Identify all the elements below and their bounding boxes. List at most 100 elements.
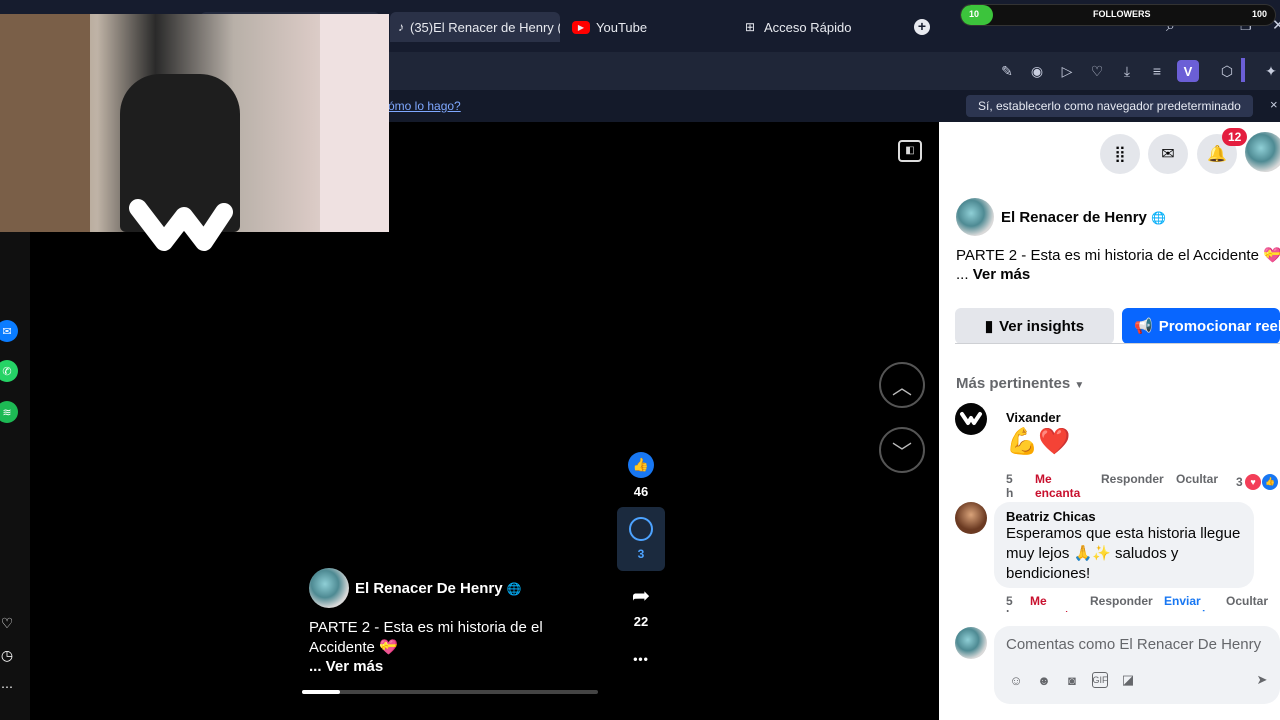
tab-label: Acceso Rápido [764, 19, 852, 35]
how-to-link[interactable]: ómo lo hago? [388, 99, 461, 113]
comment-count: 3 [637, 547, 645, 561]
more-icon[interactable]: ⋯ [0, 676, 18, 698]
menu-lines-icon[interactable]: ≡ [1146, 60, 1168, 82]
tab-youtube[interactable]: ▶ YouTube [564, 12, 724, 42]
heart-emoji-icon: 💝 [379, 639, 398, 656]
comment-text: Esperamos que esta historia llegue muy l… [1006, 525, 1241, 582]
reel-author-text: El Renacer De Henry [355, 580, 503, 597]
vixander-logo-icon [960, 412, 982, 425]
reel-see-more[interactable]: ... Ver más [309, 658, 383, 675]
edit-icon[interactable]: ✎ [996, 60, 1018, 82]
spotify-icon[interactable]: ≋ [0, 401, 18, 423]
youtube-icon: ▶ [572, 20, 590, 34]
download-icon[interactable]: ⤓ [1116, 60, 1138, 82]
bar-chart-icon: ▮ [984, 318, 994, 335]
see-more-ellipsis: ... [956, 266, 969, 283]
hide-comment-button[interactable]: Ocultar [1176, 472, 1218, 486]
caret-down-icon: ▼ [1074, 380, 1085, 391]
reply-button[interactable]: Responder [1090, 594, 1153, 608]
like-action[interactable]: 👍 46 [619, 452, 663, 499]
hide-comment-button[interactable]: Ocultar [1226, 594, 1268, 608]
like-reaction-icon: 👍 [1262, 474, 1278, 490]
grid-menu-icon: ⣿ [1114, 146, 1126, 163]
react-love-button[interactable]: Me encanta [1030, 594, 1082, 612]
followers-current: 10 [969, 9, 980, 19]
messenger-bubble-icon: ✉ [1161, 146, 1175, 163]
v-extension-button[interactable]: V [1177, 60, 1199, 82]
play-icon[interactable]: ▷ [1056, 60, 1078, 82]
comment-actions-row: 5 h Me encanta Responder Enviar mensaje … [1000, 594, 1280, 612]
send-icon[interactable]: ➤ [1254, 672, 1270, 688]
avatar-sticker-icon[interactable]: ☺ [1008, 672, 1024, 688]
sticker-icon[interactable]: ◪ [1120, 672, 1136, 688]
post-author-avatar[interactable] [956, 198, 994, 236]
comment-icon [629, 517, 653, 541]
favorites-icon[interactable]: ♡ [0, 612, 18, 634]
sparkle-icon[interactable]: ✦ [1260, 60, 1280, 82]
profile-avatar[interactable] [1245, 132, 1280, 172]
tab-tiktok[interactable]: ♪ (35)El Renacer de Henry ( [390, 12, 560, 42]
post-caption-text: PARTE 2 - Esta es mi historia de el Acci… [956, 247, 1259, 264]
reel-progress-fill [302, 690, 340, 694]
react-love-button[interactable]: Me encanta [1035, 472, 1085, 500]
messenger-button[interactable]: ✉ [1148, 134, 1188, 174]
sort-comments-dropdown[interactable]: Más pertinentes ▼ [956, 375, 1084, 392]
reel-author-avatar[interactable] [309, 568, 349, 608]
globe-icon: 🌐 [506, 582, 522, 596]
camera-icon[interactable]: ◉ [1026, 60, 1048, 82]
tab-acceso-rapido[interactable]: ⊞ Acceso Rápido [734, 12, 904, 42]
comment-action[interactable]: 3 [617, 507, 665, 571]
send-message-button[interactable]: Enviar mensaje [1164, 594, 1214, 612]
share-action[interactable]: ➦ 22 [619, 583, 663, 630]
reel-caption: PARTE 2 - Esta es mi historia de el Acci… [309, 618, 559, 658]
promote-reel-button[interactable]: 📢 Promocionar reel [1122, 308, 1280, 344]
toolbar-divider [1241, 58, 1245, 82]
share-icon: ➦ [631, 583, 651, 608]
share-count: 22 [633, 614, 649, 629]
wardrobe-shape [0, 14, 90, 232]
megaphone-icon: 📢 [1134, 318, 1153, 335]
followers-goal-bar: 10 FOLLOWERS 100 [960, 4, 1276, 26]
reel-author-name[interactable]: El Renacer De Henry 🌐 [355, 580, 522, 597]
camera-icon[interactable]: ◙ [1064, 672, 1080, 688]
comment-avatar-vixander[interactable] [955, 403, 987, 435]
insights-label: Ver insights [999, 317, 1085, 335]
composer-avatar[interactable] [955, 627, 987, 659]
messenger-icon[interactable]: ✉ [0, 320, 18, 342]
comment-avatar-beatriz[interactable] [955, 502, 987, 534]
menu-grid-button[interactable]: ⣿ [1100, 134, 1140, 174]
tab-label: (35)El Renacer de Henry ( [410, 19, 560, 35]
heart-icon[interactable]: ♡ [1086, 60, 1108, 82]
panel-toggle-icon[interactable]: ◧ [898, 140, 922, 162]
followers-label: FOLLOWERS [1093, 9, 1151, 19]
next-reel-button[interactable]: ﹀ [879, 427, 925, 473]
post-author-text: El Renacer de Henry [1001, 209, 1147, 226]
gif-icon[interactable]: GIF [1092, 672, 1108, 688]
cube-icon[interactable]: ⬡ [1216, 60, 1238, 82]
globe-icon: 🌐 [1151, 211, 1167, 225]
followers-goal: 100 [1251, 9, 1267, 19]
previous-reel-button[interactable]: ︿ [879, 362, 925, 408]
comment-author[interactable]: Vixander [1006, 410, 1061, 425]
whatsapp-icon[interactable]: ✆ [0, 360, 18, 382]
close-infobar-icon[interactable]: × [1270, 97, 1278, 112]
divider [955, 343, 1280, 344]
reel-progress-track[interactable] [302, 690, 598, 694]
new-tab-button[interactable]: + [914, 19, 930, 35]
more-options-button[interactable]: ••• [619, 652, 663, 666]
comment-emoji: 💪❤️ [1006, 426, 1071, 456]
like-count: 46 [633, 484, 649, 499]
history-icon[interactable]: ◷ [0, 644, 18, 666]
comment-author[interactable]: Beatriz Chicas [1006, 509, 1096, 524]
post-author-name[interactable]: El Renacer de Henry 🌐 [1001, 209, 1166, 226]
insights-button[interactable]: ▮ Ver insights [955, 308, 1114, 344]
reply-button[interactable]: Responder [1101, 472, 1164, 486]
emoji-icon[interactable]: ☻ [1036, 672, 1052, 688]
comment-input-placeholder[interactable]: Comentas como El Renacer De Henry [1006, 636, 1261, 653]
post-see-more[interactable]: ... Ver más [956, 266, 1030, 283]
see-more-label: Ver más [972, 266, 1031, 283]
set-default-browser-button[interactable]: Sí, establecerlo como navegador predeter… [966, 95, 1253, 117]
tiktok-icon: ♪ [398, 20, 404, 34]
bell-icon: 🔔 [1207, 146, 1227, 163]
comment-time: 5 h [1006, 594, 1013, 612]
